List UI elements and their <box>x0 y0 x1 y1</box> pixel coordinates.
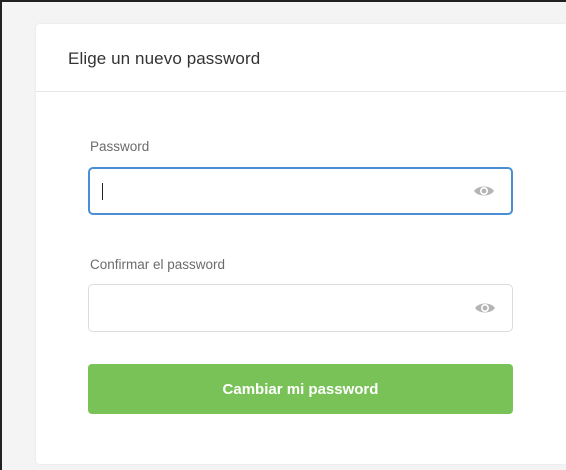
eye-icon[interactable] <box>473 184 495 198</box>
reset-password-card: Elige un nuevo password Password Confirm… <box>36 24 566 464</box>
card-title: Elige un nuevo password <box>68 49 261 68</box>
password-label: Password <box>90 139 150 154</box>
password-input[interactable] <box>100 169 460 213</box>
confirm-password-input[interactable] <box>99 285 459 331</box>
card-header: Elige un nuevo password <box>36 24 566 92</box>
change-password-button[interactable]: Cambiar mi password <box>88 364 513 414</box>
confirm-password-label: Confirmar el password <box>90 257 226 272</box>
eye-icon[interactable] <box>474 301 496 315</box>
password-field[interactable] <box>88 167 513 215</box>
text-cursor <box>102 183 103 200</box>
confirm-password-field[interactable] <box>88 284 513 332</box>
